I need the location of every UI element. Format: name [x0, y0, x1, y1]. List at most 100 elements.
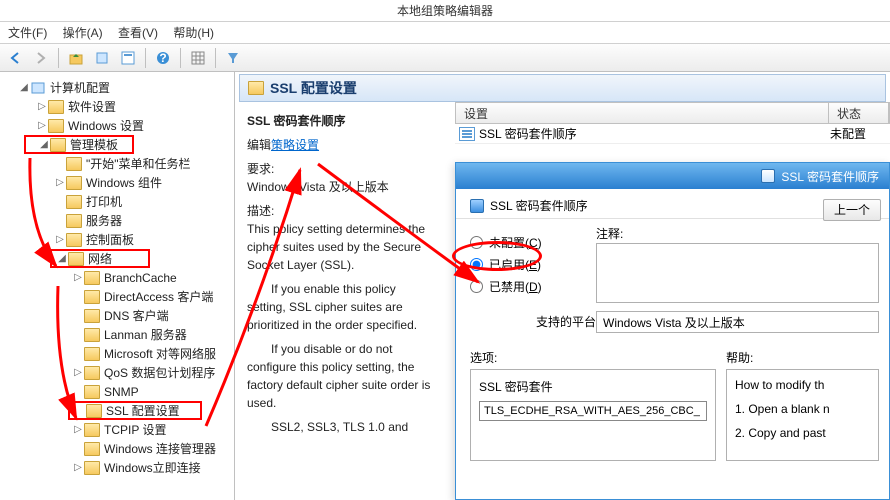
- cipher-suites-input[interactable]: [479, 401, 707, 421]
- folder-icon: [66, 233, 82, 247]
- tree-label: 计算机配置: [50, 79, 110, 96]
- prev-setting-button[interactable]: 上一个: [823, 199, 881, 221]
- menu-help[interactable]: 帮助(H): [173, 26, 214, 40]
- folder-icon: [84, 328, 100, 342]
- help-text: 2. Copy and past: [735, 426, 870, 440]
- col-state[interactable]: 状态: [829, 103, 889, 123]
- tree-label: QoS 数据包计划程序: [104, 364, 215, 381]
- menu-view[interactable]: 查看(V): [118, 26, 158, 40]
- tree-panel: ◢ 计算机配置 ▷ 软件设置 ▷ Windows 设置 ◢ 管理模板 "开始"菜单和任务…: [0, 72, 235, 500]
- options-label: 选项:: [470, 349, 497, 366]
- folder-icon: [84, 271, 100, 285]
- edit-policy-link[interactable]: 策略设置: [271, 138, 319, 152]
- refresh-button[interactable]: [117, 47, 139, 69]
- tree-label: DirectAccess 客户端: [104, 288, 213, 305]
- tree-item[interactable]: 打印机: [0, 192, 234, 211]
- folder-icon: [84, 290, 100, 304]
- forward-button[interactable]: [30, 47, 52, 69]
- folder-icon: [84, 366, 100, 380]
- tree-label: 软件设置: [68, 98, 116, 115]
- collapse-icon[interactable]: ◢: [56, 253, 68, 264]
- tree-item[interactable]: ▷ 软件设置: [0, 97, 234, 116]
- up-button[interactable]: [65, 47, 87, 69]
- desc-text: If you enable this policy setting, SSL c…: [247, 280, 433, 334]
- grid-header: 设置 状态: [455, 102, 890, 124]
- tree-item[interactable]: ▷控制面板: [0, 230, 234, 249]
- tree-label: Windows 设置: [68, 117, 144, 134]
- filter-button[interactable]: [222, 47, 244, 69]
- tree-item[interactable]: ▷BranchCache: [0, 268, 234, 287]
- tree-label: 管理模板: [70, 136, 118, 153]
- menu-action[interactable]: 操作(A): [63, 26, 103, 40]
- settings-grid: 设置 状态 SSL 密码套件顺序 未配置: [455, 102, 890, 144]
- expand-icon[interactable]: ▷: [72, 424, 84, 435]
- expand-icon[interactable]: ▷: [36, 101, 48, 112]
- note-textarea[interactable]: [596, 243, 879, 303]
- toolbar: ?: [0, 44, 890, 72]
- collapse-icon[interactable]: ◢: [38, 139, 50, 150]
- expand-icon[interactable]: ▷: [54, 234, 66, 245]
- grid-row[interactable]: SSL 密码套件顺序 未配置: [455, 124, 890, 144]
- grid-button[interactable]: [187, 47, 209, 69]
- tree-item[interactable]: ▷ QoS 数据包计划程序: [0, 363, 234, 382]
- svg-text:?: ?: [159, 51, 166, 65]
- folder-icon: [66, 157, 82, 171]
- tree-label: Windows 连接管理器: [104, 440, 216, 457]
- tree-label: TCPIP 设置: [104, 421, 166, 438]
- collapse-icon[interactable]: ◢: [18, 82, 30, 93]
- folder-icon: [84, 442, 100, 456]
- menu-bar: 文件(F) 操作(A) 查看(V) 帮助(H): [0, 22, 890, 44]
- tree-item[interactable]: ▷ Windows 设置: [0, 116, 234, 135]
- tree-item[interactable]: ▷ TCPIP 设置: [0, 420, 234, 439]
- tree-item[interactable]: Lanman 服务器: [0, 325, 234, 344]
- policy-icon: [470, 199, 484, 213]
- tree-item[interactable]: ▷Windows 组件: [0, 173, 234, 192]
- note-label: 注释:: [596, 225, 623, 242]
- dialog-titlebar[interactable]: SSL 密码套件顺序: [456, 163, 889, 189]
- desc-text: SSL2, SSL3, TLS 1.0 and: [247, 418, 433, 436]
- content-header: SSL 配置设置: [239, 74, 886, 102]
- help-button[interactable]: ?: [152, 47, 174, 69]
- tree-label: DNS 客户端: [104, 307, 169, 324]
- cipher-field-label: SSL 密码套件: [479, 378, 707, 395]
- folder-icon: [48, 119, 64, 133]
- platform-label: 支持的平台:: [536, 313, 599, 330]
- tree-item[interactable]: Windows 连接管理器: [0, 439, 234, 458]
- dialog-title: SSL 密码套件顺序: [781, 168, 879, 185]
- req-label: 要求:: [247, 162, 274, 176]
- tree-item[interactable]: 服务器: [0, 211, 234, 230]
- content-subtitle: SSL 密码套件顺序: [247, 112, 433, 130]
- tree-item[interactable]: Microsoft 对等网络服: [0, 344, 234, 363]
- edit-prefix: 编辑: [247, 138, 271, 152]
- desc-text: If you disable or do not configure this …: [247, 340, 433, 412]
- tree-item[interactable]: DirectAccess 客户端: [0, 287, 234, 306]
- folder-icon: [66, 195, 82, 209]
- tree-item[interactable]: DNS 客户端: [0, 306, 234, 325]
- expand-icon[interactable]: ▷: [54, 177, 66, 188]
- expand-icon[interactable]: ▷: [36, 120, 48, 131]
- tree-root[interactable]: ◢ 计算机配置: [0, 78, 234, 97]
- tree-label: 网络: [88, 250, 112, 267]
- folder-icon: [66, 214, 82, 228]
- expand-icon[interactable]: ▷: [72, 462, 84, 473]
- grid-cell-name: SSL 密码套件顺序: [479, 125, 830, 142]
- back-button[interactable]: [4, 47, 26, 69]
- tree-item-ssl-config[interactable]: SSL 配置设置: [68, 401, 202, 420]
- tree-item[interactable]: "开始"菜单和任务栏: [0, 154, 234, 173]
- expand-icon[interactable]: ▷: [72, 367, 84, 378]
- tree-item[interactable]: SNMP: [0, 382, 234, 401]
- tree-item-network[interactable]: ◢ 网络: [50, 249, 150, 268]
- properties-button[interactable]: [91, 47, 113, 69]
- tree-item[interactable]: ▷ Windows立即连接: [0, 458, 234, 477]
- policy-icon: [459, 127, 475, 141]
- help-text: How to modify th: [735, 378, 870, 392]
- folder-icon: [84, 423, 100, 437]
- content-title: SSL 配置设置: [270, 78, 357, 98]
- folder-icon: [248, 81, 264, 95]
- tree-label: Windows立即连接: [104, 459, 201, 476]
- tree-label: 服务器: [86, 212, 122, 229]
- tree-item-admin-templates[interactable]: ◢ 管理模板: [24, 135, 134, 154]
- expand-icon[interactable]: ▷: [72, 272, 84, 283]
- menu-file[interactable]: 文件(F): [8, 26, 47, 40]
- col-setting[interactable]: 设置: [456, 103, 829, 123]
